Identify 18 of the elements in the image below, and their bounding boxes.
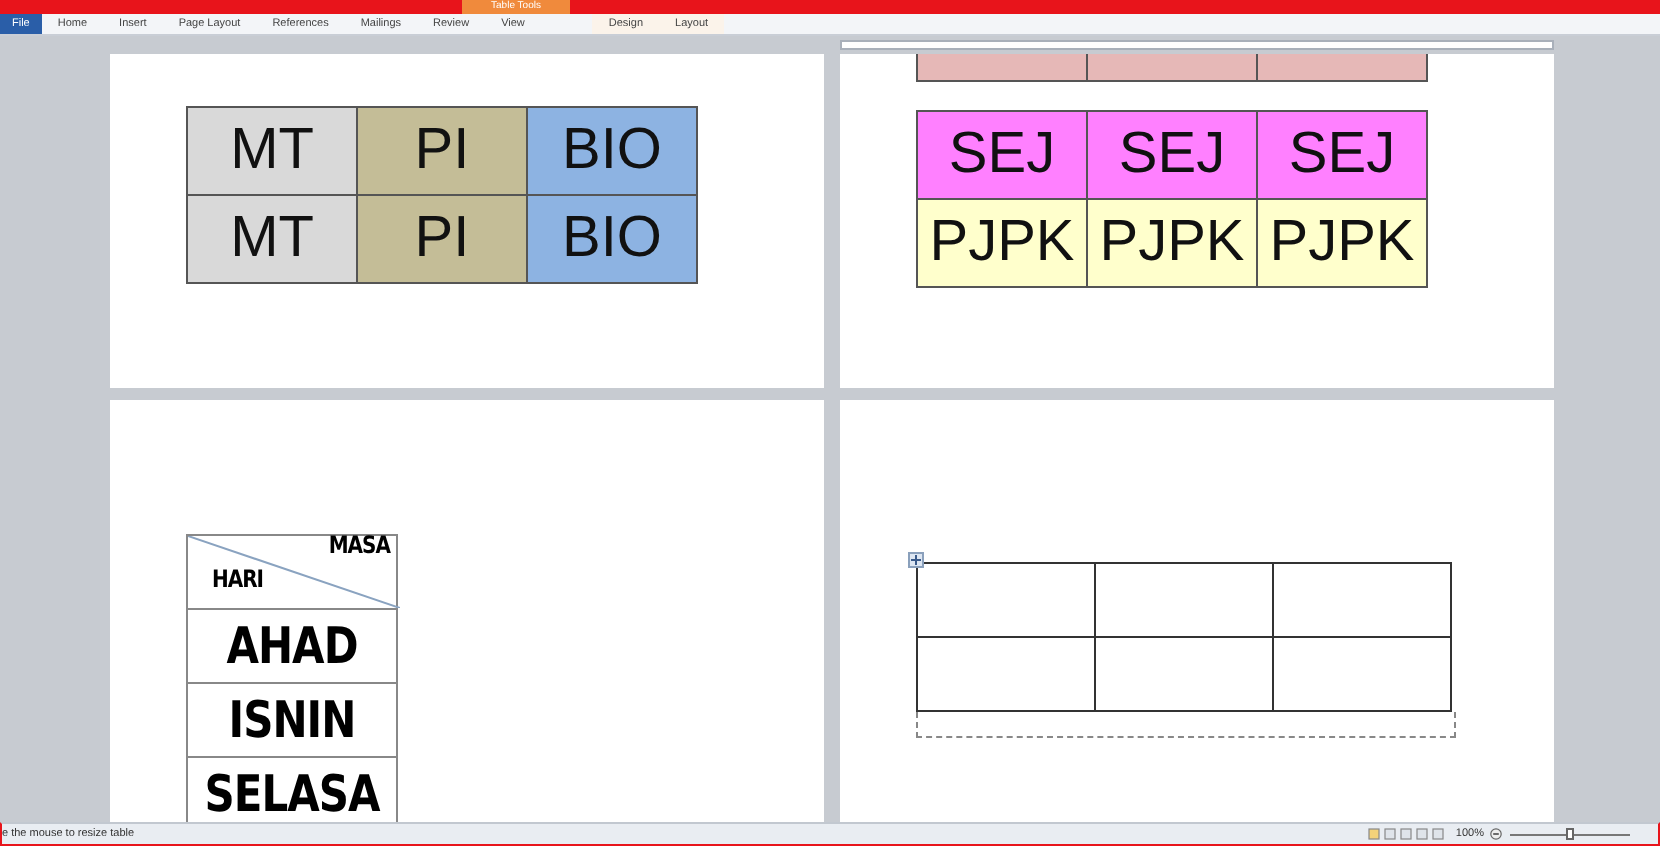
table-cell: SEJ [1257, 111, 1427, 199]
table-cell: PJPK [1257, 199, 1427, 287]
table-cell: MASA HARI [187, 535, 397, 609]
slider-thumb[interactable] [1566, 827, 1574, 839]
table-cell: PI [357, 195, 527, 283]
table-cell: SEJ [917, 111, 1087, 199]
table-cell: PJPK [917, 199, 1087, 287]
table-cell: BIO [527, 107, 697, 195]
table-cell: BIO [527, 195, 697, 283]
table-cell: ISNIN [187, 683, 397, 757]
table-cell: PJPK [1087, 199, 1257, 287]
table-cell: MT [187, 107, 357, 195]
table-cell: SEJ [1087, 111, 1257, 199]
zoom-out-icon[interactable] [1490, 828, 1502, 840]
table-cell: AHAD [187, 609, 397, 683]
table-cell: MT [187, 195, 357, 283]
move-handle-icon[interactable] [908, 552, 924, 568]
table-cell: PI [357, 107, 527, 195]
